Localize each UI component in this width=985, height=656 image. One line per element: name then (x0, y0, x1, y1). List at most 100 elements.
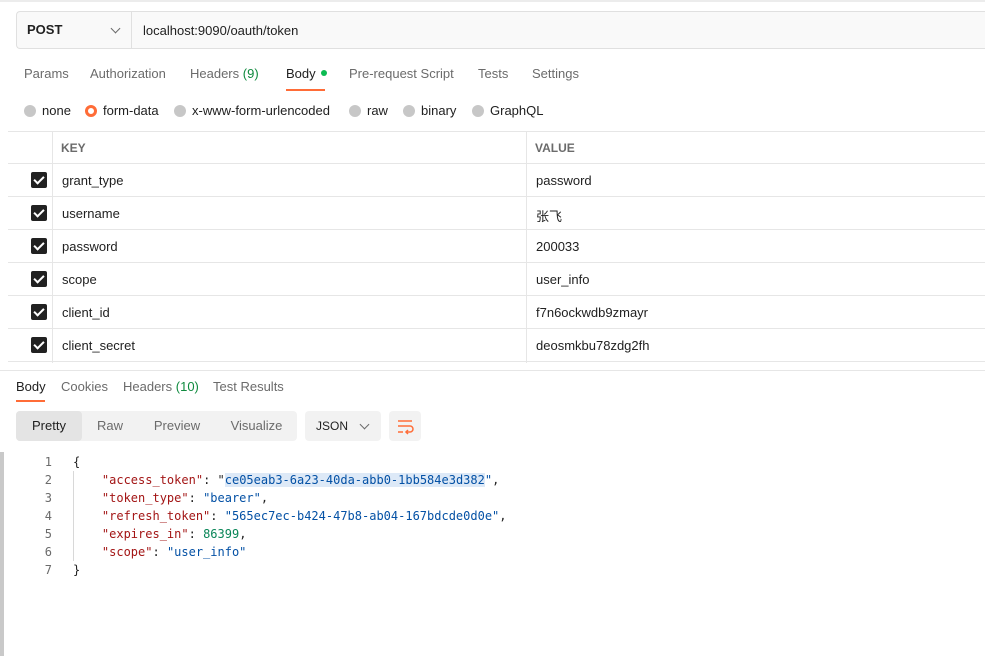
radio-graphql-label: GraphQL (490, 103, 544, 118)
json-string: "bearer" (203, 491, 261, 505)
response-tab-test-results[interactable]: Test Results (213, 379, 284, 394)
table-row: username 张飞 (8, 197, 985, 230)
radio-urlencoded[interactable]: x-www-form-urlencoded (174, 103, 330, 118)
table-row: client_secret deosmkbu78zdg2fh (8, 329, 985, 362)
pane-divider[interactable] (0, 370, 985, 371)
wrap-lines-button[interactable] (389, 411, 421, 441)
code-line: "access_token": "ce05eab3-6a23-40da-abb0… (101, 473, 500, 487)
code-line: } (73, 563, 80, 577)
response-tab-cookies[interactable]: Cookies (61, 379, 108, 394)
line-number: 1 (44, 455, 52, 469)
radio-none-label: none (42, 103, 71, 118)
view-mode-group: Pretty Raw Preview Visualize (16, 411, 297, 441)
radio-form-data[interactable]: form-data (85, 103, 159, 118)
chevron-down-icon (359, 419, 370, 430)
view-pretty-button[interactable]: Pretty (16, 411, 82, 441)
open-brace: { (73, 455, 81, 469)
code-line: "refresh_token": "565ec7ec-b424-47b8-ab0… (101, 509, 507, 523)
value-cell[interactable]: password (536, 173, 592, 188)
value-cell[interactable]: deosmkbu78zdg2fh (536, 338, 649, 353)
response-tab-body[interactable]: Body (16, 379, 46, 394)
radio-urlencoded-label: x-www-form-urlencoded (192, 103, 330, 118)
value-cell[interactable]: user_info (536, 272, 589, 287)
response-tab-headers[interactable]: Headers (10) (123, 379, 199, 394)
close-brace: } (73, 563, 81, 577)
key-cell[interactable]: client_secret (62, 338, 135, 353)
radio-circle-icon (24, 105, 36, 117)
json-string: "565ec7ec-b424-47b8-ab04-167bdcde0d0e" (224, 509, 500, 523)
json-string-highlighted: ce05eab3-6a23-40da-abb0-1bb584e3d382 (224, 473, 485, 487)
value-header: VALUE (535, 141, 575, 155)
code-line: "expires_in": 86399, (101, 527, 247, 541)
code-line: { (73, 455, 80, 469)
top-border (0, 0, 985, 2)
key-cell[interactable]: scope (62, 272, 97, 287)
line-number: 2 (44, 473, 52, 487)
radio-binary[interactable]: binary (403, 103, 456, 118)
json-string: "user_info" (166, 545, 247, 559)
chevron-down-icon (110, 23, 121, 34)
key-cell[interactable]: grant_type (62, 173, 123, 188)
key-header: KEY (61, 141, 86, 155)
radio-raw-label: raw (367, 103, 388, 118)
view-raw-button[interactable]: Raw (82, 411, 138, 441)
table-row: client_id f7n6ockwdb9zmayr (8, 296, 985, 329)
row-checkbox[interactable] (31, 205, 47, 221)
wrap-lines-icon (398, 420, 414, 435)
json-key: "expires_in" (101, 527, 189, 541)
radio-binary-label: binary (421, 103, 457, 118)
method-label: POST (27, 22, 63, 37)
radio-circle-icon (174, 105, 186, 117)
tab-pre-request-script[interactable]: Pre-request Script (349, 66, 454, 81)
active-tab-underline (286, 89, 325, 91)
key-cell[interactable]: password (62, 239, 118, 254)
row-checkbox[interactable] (31, 271, 47, 287)
row-checkbox[interactable] (31, 337, 47, 353)
scrollbar-left[interactable] (0, 452, 4, 656)
tab-settings[interactable]: Settings (532, 66, 579, 81)
table-header: KEY VALUE (8, 131, 985, 164)
tab-body-label: Body (286, 66, 316, 81)
tab-body[interactable]: Body (286, 66, 327, 81)
line-number: 6 (44, 545, 52, 559)
body-active-dot-icon (320, 70, 327, 76)
json-key: "refresh_token" (101, 509, 211, 523)
format-dropdown[interactable]: JSON (305, 411, 381, 441)
json-quote: " (484, 473, 493, 487)
view-visualize-button[interactable]: Visualize (216, 411, 297, 441)
tab-headers[interactable]: Headers (9) (190, 66, 259, 81)
method-dropdown[interactable]: POST (17, 12, 132, 48)
response-tab-headers-label: Headers (123, 379, 173, 394)
table-row: password 200033 (8, 230, 985, 263)
radio-none[interactable]: none (24, 103, 71, 118)
tab-params[interactable]: Params (24, 66, 69, 81)
url-bar: POST localhost:9090/oauth/token (16, 11, 985, 49)
radio-graphql[interactable]: GraphQL (472, 103, 543, 118)
radio-selected-icon (85, 105, 97, 117)
key-cell[interactable]: username (62, 206, 120, 221)
value-cell[interactable]: 张飞 (536, 206, 562, 225)
code-line: "token_type": "bearer", (101, 491, 269, 505)
url-input[interactable]: localhost:9090/oauth/token (143, 23, 298, 38)
tab-tests[interactable]: Tests (478, 66, 508, 81)
json-key: "access_token" (101, 473, 204, 487)
line-number: 4 (44, 509, 52, 523)
active-response-tab-underline (16, 400, 45, 402)
radio-circle-icon (349, 105, 361, 117)
value-cell[interactable]: 200033 (536, 239, 579, 254)
line-number: 3 (44, 491, 52, 505)
code-line: "scope": "user_info" (101, 545, 247, 559)
key-cell[interactable]: client_id (62, 305, 110, 320)
view-preview-button[interactable]: Preview (138, 411, 216, 441)
radio-form-data-label: form-data (103, 103, 159, 118)
row-checkbox[interactable] (31, 304, 47, 320)
value-cell[interactable]: f7n6ockwdb9zmayr (536, 305, 648, 320)
tab-authorization[interactable]: Authorization (90, 66, 166, 81)
response-headers-count: (10) (175, 379, 199, 394)
row-checkbox[interactable] (31, 238, 47, 254)
json-key: "scope" (101, 545, 153, 559)
row-checkbox[interactable] (31, 172, 47, 188)
radio-raw[interactable]: raw (349, 103, 388, 118)
line-number: 5 (44, 527, 52, 541)
headers-count: (9) (242, 66, 259, 81)
